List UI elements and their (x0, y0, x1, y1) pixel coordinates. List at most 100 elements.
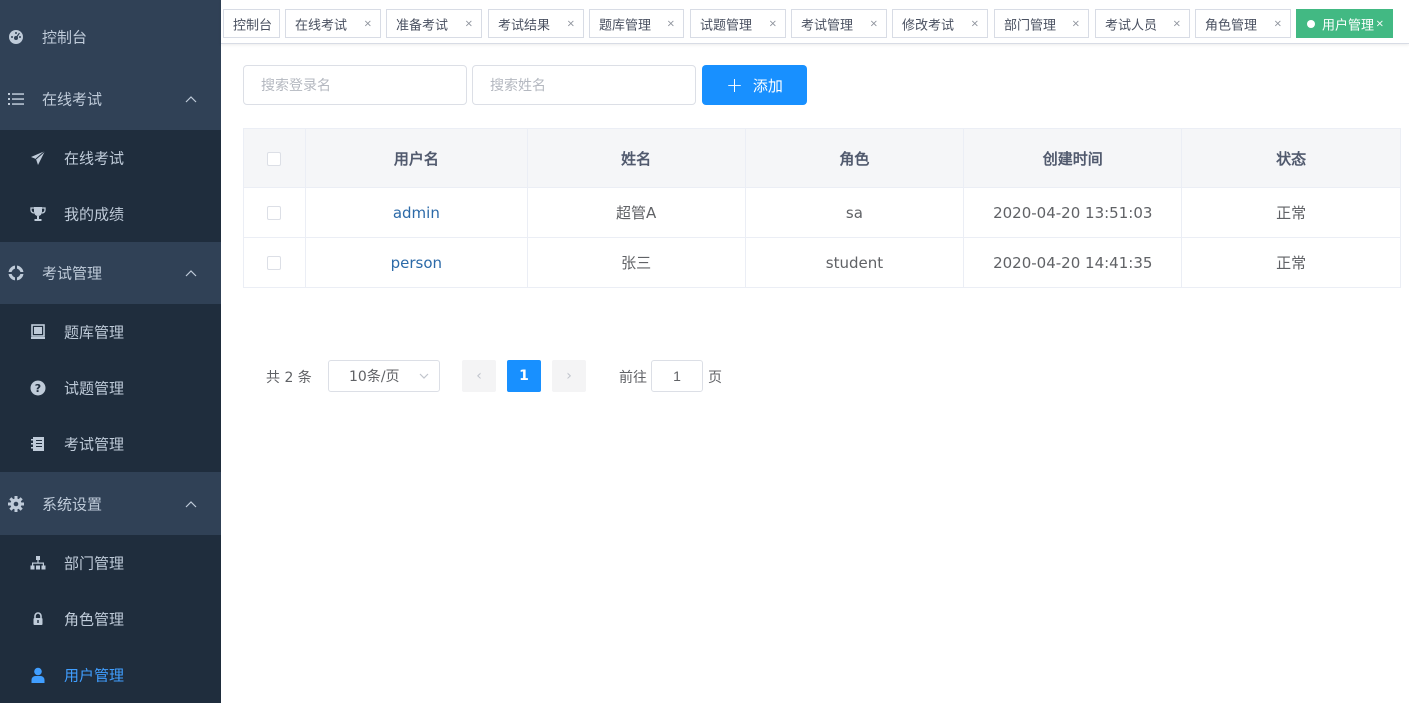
chevron-down-icon (419, 373, 429, 379)
table-row: person 张三 student 2020-04-20 14:41:35 正常 (243, 237, 1401, 288)
menu-online-exam[interactable]: 在线考试 (0, 68, 221, 130)
cell-role: student (744, 237, 965, 288)
close-icon[interactable]: × (971, 18, 979, 29)
table-header-row: 用户名 姓名 角色 创建时间 状态 (243, 128, 1401, 188)
tag-online-exam[interactable]: 在线考试 × (285, 9, 381, 38)
cell-role: sa (744, 187, 965, 238)
username-link[interactable]: admin (393, 204, 440, 222)
chevron-up-icon (185, 501, 197, 508)
tag-label: 控制台 (233, 18, 273, 33)
pagination-total: 共 2 条 (266, 370, 312, 386)
close-icon[interactable]: × (870, 18, 878, 29)
tag-label: 准备考试 (396, 18, 449, 33)
tag-exam-persons[interactable]: 考试人员 × (1095, 9, 1190, 38)
gear-icon (8, 496, 24, 512)
tag-questions[interactable]: 试题管理 × (690, 9, 786, 38)
column-header-status[interactable]: 状态 (1181, 128, 1401, 188)
close-icon[interactable]: × (465, 18, 473, 29)
dashboard-icon (8, 29, 24, 45)
sidebar-item-users[interactable]: 用户管理 (0, 647, 221, 703)
sidebar-item-my-scores[interactable]: 我的成绩 (0, 186, 221, 242)
paper-plane-icon (30, 150, 46, 166)
row-select-cell (243, 187, 306, 238)
sidebar-item-departments[interactable]: 部门管理 (0, 535, 221, 591)
select-all-checkbox[interactable] (267, 151, 282, 166)
chevron-up-icon (185, 270, 197, 277)
cell-created: 2020-04-20 13:51:03 (963, 187, 1183, 238)
tag-users[interactable]: 用户管理 × (1296, 9, 1393, 38)
close-icon[interactable]: × (1376, 18, 1384, 29)
close-icon[interactable]: × (1072, 18, 1080, 29)
tag-exams[interactable]: 考试管理 × (791, 9, 887, 38)
menu-exam-management[interactable]: 考试管理 (0, 242, 221, 304)
column-header-username[interactable]: 用户名 (304, 128, 528, 188)
close-icon[interactable]: × (667, 18, 675, 29)
question-circle-icon: ? (30, 380, 46, 396)
row-checkbox[interactable] (267, 206, 282, 220)
column-header-created[interactable]: 创建时间 (963, 128, 1183, 188)
cell-name: 张三 (526, 237, 746, 288)
tag-question-bank[interactable]: 题库管理 × (589, 9, 684, 38)
row-select-cell (243, 237, 306, 288)
tag-departments[interactable]: 部门管理 × (994, 9, 1089, 38)
sitemap-icon (30, 555, 46, 571)
sidebar-item-roles[interactable]: 角色管理 (0, 591, 221, 647)
menu-system-settings[interactable]: 系统设置 (0, 473, 221, 535)
column-header-role[interactable]: 角色 (744, 128, 965, 188)
add-button-label: 添加 (752, 76, 783, 95)
cell-name: 超管A (526, 187, 746, 238)
close-icon[interactable]: × (364, 18, 372, 29)
trophy-icon (30, 206, 46, 222)
tag-roles[interactable]: 角色管理 × (1195, 9, 1291, 38)
plus-icon: + (726, 73, 743, 97)
page-number-current[interactable]: 1 (507, 360, 541, 392)
username-link[interactable]: person (391, 254, 442, 272)
tag-label: 用户管理 (1322, 18, 1375, 33)
lifebuoy-icon (8, 265, 24, 281)
prev-page-button[interactable]: ‹ (462, 360, 496, 392)
sidebar-item-exams[interactable]: 考试管理 (0, 416, 221, 472)
cell-created: 2020-04-20 14:41:35 (963, 237, 1183, 288)
book-icon (30, 324, 46, 340)
page-size-select[interactable]: 10条/页 (328, 360, 440, 392)
goto-prefix: 前往 (619, 370, 647, 386)
submenu-exam-management: 题库管理 ? 试题管理 考试管理 (0, 304, 221, 472)
sidebar-item-questions[interactable]: ? 试题管理 (0, 360, 221, 416)
next-page-button[interactable]: › (552, 360, 586, 392)
close-icon[interactable]: × (769, 18, 777, 29)
tag-label: 考试管理 (801, 18, 854, 33)
column-header-name[interactable]: 姓名 (526, 128, 746, 188)
tag-label: 考试结果 (498, 18, 551, 33)
sidebar: 控制台 在线考试 在线考试 我的成绩 考试管理 题库管理 ? 试题管理 考试管理… (0, 0, 221, 703)
search-name-input[interactable] (472, 65, 696, 105)
notebook-icon (30, 436, 46, 452)
sidebar-item-departments-label: 部门管理 (64, 554, 125, 573)
tag-label: 角色管理 (1205, 18, 1258, 33)
tag-exam-results[interactable]: 考试结果 × (488, 9, 584, 38)
tag-dashboard[interactable]: 控制台 (223, 9, 280, 38)
goto-suffix: 页 (708, 370, 722, 386)
menu-system-settings-label: 系统设置 (42, 495, 103, 514)
submenu-online-exam: 在线考试 我的成绩 (0, 130, 221, 242)
menu-dashboard-label: 控制台 (42, 28, 88, 47)
user-icon (30, 667, 46, 683)
menu-dashboard[interactable]: 控制台 (0, 6, 221, 68)
sidebar-item-questions-label: 试题管理 (64, 379, 125, 398)
search-login-input[interactable] (243, 65, 467, 105)
close-icon[interactable]: × (1173, 18, 1181, 29)
tag-label: 试题管理 (700, 18, 753, 33)
goto-page-input[interactable] (651, 360, 703, 392)
users-table: 用户名 姓名 角色 创建时间 状态 admin 超管A sa 2020-04-2… (243, 128, 1401, 288)
close-icon[interactable]: × (1274, 18, 1282, 29)
submenu-system-settings: 部门管理 角色管理 用户管理 (0, 535, 221, 703)
close-icon[interactable]: × (567, 18, 575, 29)
sidebar-item-users-label: 用户管理 (64, 666, 125, 685)
sidebar-item-question-bank[interactable]: 题库管理 (0, 304, 221, 360)
add-button[interactable]: + 添加 (702, 65, 807, 105)
sidebar-item-online-exam[interactable]: 在线考试 (0, 130, 221, 186)
tag-prepare-exam[interactable]: 准备考试 × (386, 9, 482, 38)
tag-edit-exam[interactable]: 修改考试 × (892, 9, 988, 38)
tag-label: 部门管理 (1004, 18, 1057, 33)
row-checkbox[interactable] (267, 256, 282, 270)
menu-exam-management-label: 考试管理 (42, 264, 103, 283)
